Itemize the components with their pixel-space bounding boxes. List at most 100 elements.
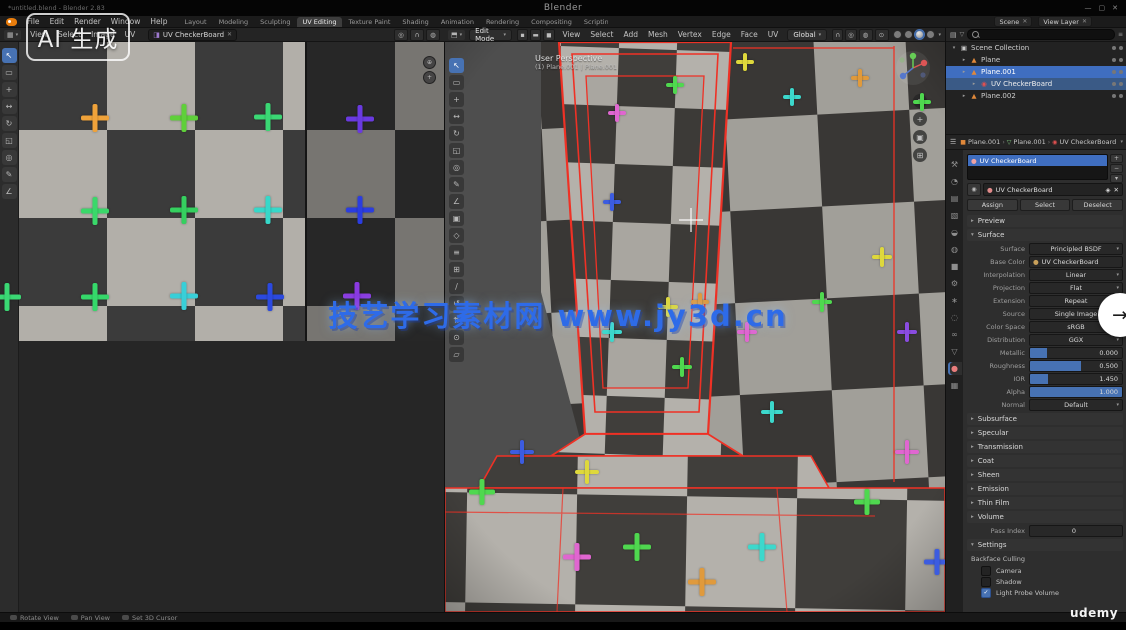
visibility-icons[interactable] [1112,46,1123,50]
surface-field[interactable]: Principled BSDF▾ [1029,243,1123,255]
wireframe-shading-button[interactable] [893,30,902,39]
outliner-row-plane[interactable]: ▸▲Plane [946,54,1126,66]
view-layer-selector[interactable]: View Layer✕ [1038,16,1092,27]
shading-dropdown-icon[interactable]: ▾ [939,32,942,38]
properties-tab-modifiers[interactable]: ⚙ [948,277,962,290]
viewport-menu-uv[interactable]: UV [763,30,784,39]
properties-options-icon[interactable]: ▾ [1120,139,1123,145]
properties-tab-render[interactable]: ◔ [948,175,962,188]
breadcrumb-data[interactable]: ▽ Plane.001 [1007,138,1046,146]
move-tool-icon[interactable]: ↔ [449,109,464,124]
projection-field[interactable]: Flat▾ [1029,282,1123,294]
camera-view-icon[interactable]: ▣ [913,130,927,144]
edge-slide-tool-icon[interactable]: ⇅ [449,313,464,328]
expand-icon[interactable]: ▸ [961,57,967,63]
workspace-tab-compositing[interactable]: Compositing [525,17,578,27]
workspace-tab-rendering[interactable]: Rendering [480,17,525,27]
orientation-dropdown[interactable]: Global▾ [787,29,827,41]
viewport-menu-add[interactable]: Add [618,30,643,39]
uv-editor-type-icon[interactable]: ▦▾ [4,30,21,40]
deselect-button[interactable]: Deselect [1072,199,1123,211]
checkbox-shadow[interactable] [981,577,991,587]
expand-icon[interactable]: ▸ [971,81,977,87]
shrink-fatten-tool-icon[interactable]: ⊙ [449,330,464,345]
properties-tab-world[interactable]: ◍ [948,243,962,256]
section-volume[interactable]: ▸Volume [967,511,1123,523]
workspace-tab-animation[interactable]: Animation [435,17,480,27]
slot-specials-icon[interactable]: ▾ [1110,174,1123,183]
viewport-menu-vertex[interactable]: Vertex [673,30,707,39]
menu-help[interactable]: Help [145,17,172,26]
breadcrumb-object[interactable]: ■ Plane.001 [960,138,1000,146]
section-sheen[interactable]: ▸Sheen [967,469,1123,481]
properties-editor-type-icon[interactable]: ☰ [950,138,956,146]
outliner-row-plane-002[interactable]: ▸▲Plane.002 [946,90,1126,102]
solid-shading-button[interactable] [904,30,913,39]
minimize-icon[interactable]: — [1085,4,1092,12]
workspace-tab-shading[interactable]: Shading [396,17,434,27]
close-icon[interactable]: ✕ [1112,4,1118,12]
annotate-tool-icon[interactable]: ✎ [2,167,17,182]
ior-field[interactable]: 1.450 [1029,373,1123,385]
knife-tool-icon[interactable]: ∕ [449,279,464,294]
show-gizmo-icon[interactable]: ◍ [859,29,873,41]
properties-tab-tool[interactable]: ⚒ [948,158,962,171]
scene-selector[interactable]: Scene✕ [994,16,1032,27]
loop-cut-tool-icon[interactable]: ⊞ [449,262,464,277]
measure-tool-icon[interactable]: ∠ [2,184,17,199]
uv-image-selector[interactable]: ◨UV CheckerBoard ✕ [148,29,237,41]
uv-pan-icon[interactable]: + [423,71,436,84]
interpolation-field[interactable]: Linear▾ [1029,269,1123,281]
measure-tool-icon[interactable]: ∠ [449,194,464,209]
select-box-tool-icon[interactable]: ▭ [2,65,17,80]
cursor-tool-icon[interactable]: + [2,82,17,97]
visibility-icons[interactable] [1112,70,1123,74]
material-name-field[interactable]: ●UV CheckerBoard ◈ ✕ [983,183,1123,196]
scale-tool-icon[interactable]: ◱ [2,133,17,148]
outliner-filter-funnel-icon[interactable]: ▽ [960,31,965,38]
outliner-row-scene-collection[interactable]: ▾▣Scene Collection [946,42,1126,54]
unlink-material-icon[interactable]: ✕ [1114,186,1119,194]
maximize-icon[interactable]: ▢ [1099,4,1106,12]
section-surface[interactable]: ▾Surface [967,229,1123,241]
breadcrumb-material[interactable]: ◉ UV CheckerBoard [1052,138,1116,146]
viewport-editor-type-icon[interactable]: ⬒▾ [448,30,465,40]
viewport-menu-select[interactable]: Select [585,30,618,39]
outliner-search-input[interactable] [967,29,1115,40]
properties-tab-view-layer[interactable]: ▧ [948,209,962,222]
viewport-area[interactable]: User Perspective (1) Plane.001 | Plane.0… [444,42,945,612]
visibility-icons[interactable] [1112,94,1123,98]
section-settings[interactable]: ▾Settings [967,539,1123,551]
select-button[interactable]: Select [1020,199,1071,211]
blender-logo-icon[interactable] [6,18,17,26]
toggle-perspective-icon[interactable]: ⊞ [913,148,927,162]
uv-proportional-icon[interactable]: ◎ [394,29,408,41]
visibility-icons[interactable] [1112,58,1123,62]
shear-tool-icon[interactable]: ▱ [449,347,464,362]
visibility-icons[interactable] [1112,82,1123,86]
navigation-gizmo[interactable] [895,50,931,86]
assign-button[interactable]: Assign [967,199,1018,211]
rotate-tool-icon[interactable]: ↻ [2,116,17,131]
spin-tool-icon[interactable]: ↺ [449,296,464,311]
properties-tab-texture[interactable]: ▦ [948,379,962,392]
bevel-tool-icon[interactable]: ≡ [449,245,464,260]
cursor-tool-icon[interactable]: + [449,92,464,107]
zoom-icon[interactable]: ⊕ [913,94,927,108]
remove-slot-button[interactable]: − [1110,164,1123,173]
workspace-tab-layout[interactable]: Layout [178,17,212,27]
outliner-filter-icon[interactable]: ≡ [1118,31,1123,38]
properties-tab-scene[interactable]: ◒ [948,226,962,239]
rendered-shading-button[interactable] [926,30,935,39]
alpha-field[interactable]: 1.000 [1029,386,1123,398]
material-slot-row[interactable]: ●UV CheckerBoard [968,155,1107,166]
annotate-tool-icon[interactable]: ✎ [449,177,464,192]
pan-icon[interactable]: + [913,112,927,126]
viewport-menu-face[interactable]: Face [736,30,763,39]
viewport-canvas[interactable] [445,42,945,612]
checkbox-camera[interactable] [981,566,991,576]
material-slot-list[interactable]: ●UV CheckerBoard [967,154,1108,180]
outliner-row-uv-checkerboard[interactable]: ▸◉UV CheckerBoard [946,78,1126,90]
tweak-tool-icon[interactable]: ↖ [2,48,17,63]
workspace-tab-modeling[interactable]: Modeling [213,17,255,27]
